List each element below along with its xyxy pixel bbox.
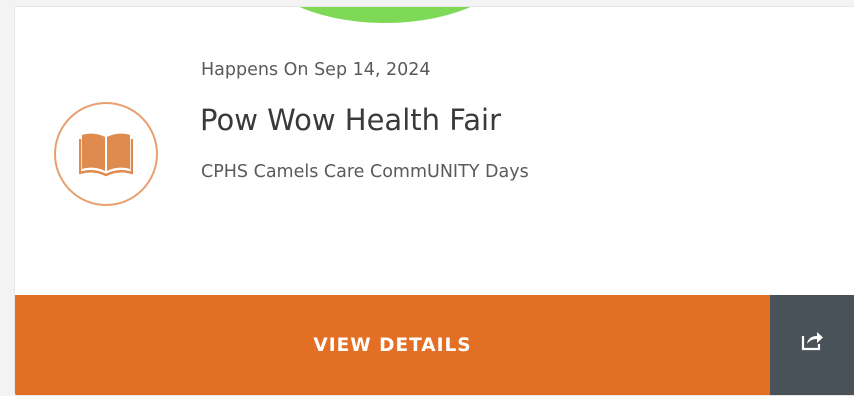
event-subtitle: CPHS Camels Care CommUNITY Days xyxy=(201,162,529,182)
event-date: Happens On Sep 14, 2024 xyxy=(201,60,431,80)
event-title: Pow Wow Health Fair xyxy=(200,103,502,137)
view-details-label: VIEW DETAILS xyxy=(313,334,472,356)
book-icon xyxy=(54,102,158,206)
book-icon-glyph xyxy=(79,133,133,177)
share-button[interactable] xyxy=(770,295,854,395)
event-card: Happens On Sep 14, 2024 Pow Wow Health F… xyxy=(14,6,854,396)
top-badge xyxy=(254,7,516,23)
view-details-button[interactable]: VIEW DETAILS xyxy=(15,295,770,395)
share-icon xyxy=(801,332,823,351)
